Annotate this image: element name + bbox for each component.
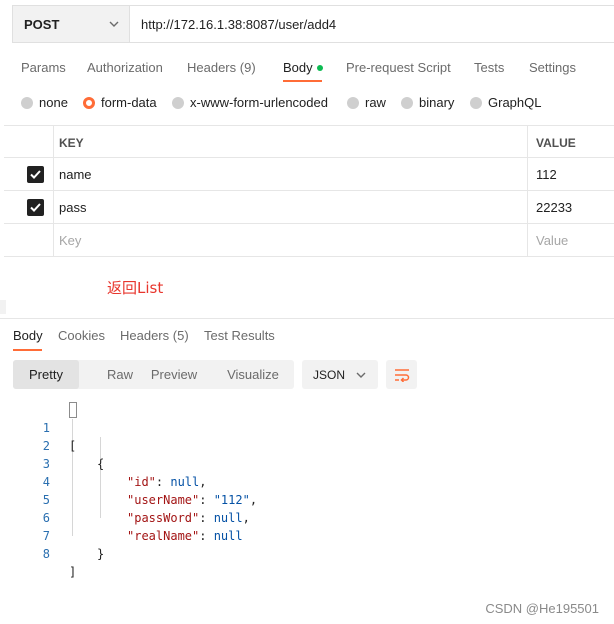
code-line: 8 ] [0,527,614,579]
format-select[interactable]: JSON [302,360,378,389]
checkmark-icon [30,203,41,212]
radio-form-data[interactable]: form-data [83,95,157,110]
code-line: 4 "userName": "112", [0,455,614,507]
key-input[interactable]: Key [59,233,81,248]
radio-selected-icon [83,96,95,109]
key-column-header: KEY [59,136,84,150]
row-checkbox[interactable] [27,166,44,183]
value-input[interactable]: Value [536,233,568,248]
url-bar: POST http://172.16.1.38:8087/user/add4 [12,5,614,43]
tab-params[interactable]: Params [21,60,66,75]
row-value[interactable]: 22233 [536,200,572,215]
method-select[interactable]: POST [13,6,130,42]
view-mode-segmented: Pretty Raw Preview Visualize [13,360,294,389]
visualize-button[interactable]: Visualize [220,360,286,389]
code-line: 2 { [0,419,614,471]
code-line: 5 "passWord": null, [0,473,614,525]
column-divider [53,191,54,223]
radio-icon [21,96,33,109]
pane-resize-handle[interactable] [0,300,6,314]
divider [0,318,614,319]
pretty-button[interactable]: Pretty [13,360,79,389]
radio-none[interactable]: none [21,95,68,110]
response-body-editor[interactable]: 1 [ 2 { 3 "id": null, 4 "userName": "112… [0,401,614,579]
response-tab-cookies[interactable]: Cookies [58,328,105,343]
url-input[interactable]: http://172.16.1.38:8087/user/add4 [130,6,336,42]
radio-raw[interactable]: raw [347,95,386,110]
tab-prerequest-script[interactable]: Pre-request Script [346,60,451,75]
column-divider [53,224,54,256]
checkmark-icon [30,170,41,179]
response-tab-test-results[interactable]: Test Results [204,328,275,343]
radio-urlencoded[interactable]: x-www-form-urlencoded [172,95,328,110]
code-line: 3 "id": null, [0,437,614,489]
radio-binary-label: binary [419,95,455,110]
radio-icon [470,96,482,109]
column-divider [53,126,54,157]
tab-headers-count: (9) [239,60,256,75]
format-label: JSON [313,367,346,382]
code-text: ] [69,565,77,579]
radio-none-label: none [39,95,68,110]
table-row-empty: Key Value [4,224,614,257]
tab-settings[interactable]: Settings [529,60,576,75]
radio-raw-label: raw [365,95,386,110]
radio-icon [347,96,359,109]
row-value[interactable]: 112 [536,167,557,182]
column-divider [527,126,528,157]
code-line: 6 "realName": null [0,491,614,543]
code-text: } [97,547,105,561]
column-divider [527,224,528,256]
radio-form-data-label: form-data [101,95,157,110]
tab-authorization[interactable]: Authorization [87,60,163,75]
wrap-lines-button[interactable] [386,360,417,389]
value-column-header: VALUE [536,136,576,150]
response-tab-body[interactable]: Body [13,328,43,343]
radio-icon [172,96,184,109]
table-header-row: KEY VALUE [4,125,614,158]
code-line: 1 [ [0,401,614,453]
line-number: 8 [42,547,50,561]
column-divider [527,158,528,190]
column-divider [527,191,528,223]
body-type-radios: none form-data x-www-form-urlencoded raw… [0,95,614,115]
table-row: pass 22233 [4,191,614,224]
active-tab-indicator [283,80,322,82]
radio-graphql[interactable]: GraphQL [470,95,541,110]
active-tab-indicator [13,349,42,351]
form-data-table: KEY VALUE name 112 pass 22233 Key Value [4,125,614,257]
response-tab-headers[interactable]: Headers (5) [120,328,189,343]
row-checkbox[interactable] [27,199,44,216]
tab-body[interactable]: Body [283,60,323,75]
table-row: name 112 [4,158,614,191]
watermark: CSDN @He195501 [485,601,599,616]
row-key[interactable]: pass [59,200,86,215]
tab-headers-label: Headers [187,60,237,75]
active-dot-icon [316,64,323,71]
chevron-down-icon [109,21,119,27]
response-tab-headers-count: (5) [172,328,189,343]
radio-binary[interactable]: binary [401,95,454,110]
wrap-lines-icon [394,368,409,382]
column-divider [53,158,54,190]
radio-icon [401,96,413,109]
tab-headers[interactable]: Headers (9) [187,60,256,75]
preview-button[interactable]: Preview [143,360,205,389]
radio-urlencoded-label: x-www-form-urlencoded [190,95,328,110]
row-key[interactable]: name [59,167,92,182]
annotation-text: 返回List [107,279,164,297]
tab-body-label: Body [283,60,313,75]
radio-graphql-label: GraphQL [488,95,542,110]
chevron-down-icon [356,372,366,378]
code-line: 7 } [0,509,614,561]
response-tab-headers-label: Headers [120,328,170,343]
method-label: POST [24,16,60,32]
tab-tests[interactable]: Tests [474,60,504,75]
